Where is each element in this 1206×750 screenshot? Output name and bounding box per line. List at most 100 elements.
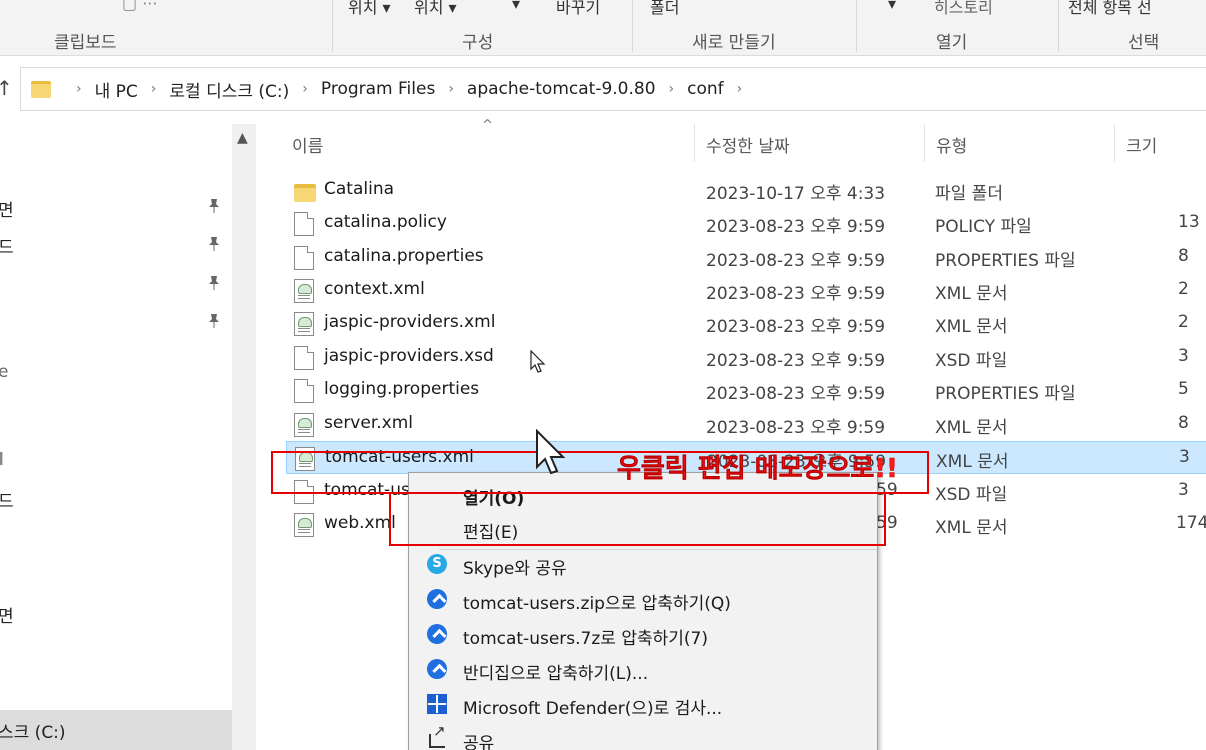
pin-icon[interactable] — [207, 236, 221, 252]
nav-item-partial-2[interactable]: l — [0, 450, 4, 470]
chevron-right-icon[interactable]: › — [448, 81, 454, 97]
breadcrumb-conf[interactable]: conf — [687, 79, 724, 99]
breadcrumb-local-disk[interactable]: 로컬 디스크 (C:) — [169, 77, 289, 102]
file-date: 2023-08-23 오후 9:59 — [706, 418, 886, 438]
chevron-right-icon[interactable]: › — [76, 81, 82, 97]
file-icon — [294, 379, 314, 403]
skype-icon: S — [427, 554, 447, 574]
file-date: 2023-08-23 오후 9:59 — [706, 251, 886, 271]
file-row[interactable]: catalina.policy 2023-08-23 오후 9:59 POLIC… — [286, 207, 1206, 240]
file-row[interactable]: jaspic-providers.xsd 2023-08-23 오후 9:59 … — [286, 341, 1206, 374]
ribbon-partial-item[interactable]: ▢ ··· — [122, 0, 157, 13]
menu-item-label: 공유 — [463, 734, 495, 750]
chevron-right-icon[interactable]: › — [151, 81, 157, 97]
file-size: 13 — [1178, 212, 1200, 232]
file-row[interactable]: server.xml 2023-08-23 오후 9:59 XML 문서 8 — [286, 408, 1206, 441]
file-row[interactable]: context.xml 2023-08-23 오후 9:59 XML 문서 2 — [286, 274, 1206, 307]
file-size: 3 — [1179, 447, 1190, 467]
menu-item-share[interactable]: 공유 — [409, 722, 877, 750]
sort-ascending-icon: ^ — [482, 118, 493, 133]
ribbon-history-button[interactable]: 히스토리 — [934, 0, 993, 18]
ribbon-move-to-button[interactable]: 위치 ▾ — [348, 0, 391, 18]
file-row[interactable]: Catalina 2023-10-17 오후 4:33 파일 폴더 — [286, 174, 1206, 207]
file-icon — [294, 346, 314, 370]
file-type: XSD 파일 — [935, 351, 1008, 371]
file-date: 2023-08-23 오후 9:59 — [706, 351, 886, 371]
file-type: POLICY 파일 — [935, 217, 1032, 237]
file-date: 2023-08-23 오후 9:59 — [706, 317, 886, 337]
nav-item-desktop[interactable]: 면 — [0, 196, 14, 221]
chevron-right-icon[interactable]: › — [737, 81, 743, 97]
menu-item-bandizip[interactable]: 반디집으로 압축하기(L)... — [409, 652, 877, 686]
pin-icon[interactable] — [207, 275, 221, 291]
xml-file-icon — [294, 279, 314, 303]
column-header-type[interactable]: 유형 — [936, 132, 967, 157]
nav-item-partial[interactable]: e — [0, 362, 8, 382]
column-header-size[interactable]: 크기 — [1126, 132, 1157, 157]
pin-icon[interactable] — [207, 313, 221, 329]
chevron-right-icon[interactable]: › — [669, 81, 675, 97]
nav-scrollbar[interactable]: ▲ — [232, 124, 256, 750]
nav-item-desktop-2[interactable]: 면 — [0, 602, 14, 627]
file-row[interactable]: catalina.properties 2023-08-23 오후 9:59 P… — [286, 241, 1206, 274]
menu-item-label: Microsoft Defender(으)로 검사... — [463, 699, 723, 719]
xml-file-icon — [294, 513, 314, 537]
ribbon-select-all-button[interactable]: 전체 항목 선 — [1068, 0, 1152, 18]
file-size: 5 — [1178, 379, 1189, 399]
file-row[interactable]: logging.properties 2023-08-23 오후 9:59 PR… — [286, 374, 1206, 407]
breadcrumb-program-files[interactable]: Program Files — [321, 79, 435, 99]
bandizip-icon — [427, 659, 447, 679]
column-divider[interactable] — [694, 124, 695, 162]
file-name: catalina.properties — [324, 246, 484, 266]
mouse-pointer-icon — [536, 429, 566, 475]
file-size: 2 — [1178, 279, 1189, 299]
file-name: jaspic-providers.xml — [324, 312, 496, 332]
menu-item-compress-zip[interactable]: tomcat-users.zip으로 압축하기(Q) — [409, 582, 877, 616]
file-size: 3 — [1178, 346, 1189, 366]
menu-item-defender-scan[interactable]: Microsoft Defender(으)로 검사... — [409, 687, 877, 721]
navigation-pane — [0, 124, 256, 750]
address-bar-row: ↑ › 내 PC › 로컬 디스크 (C:) › Program Files ›… — [0, 64, 1206, 114]
up-arrow-icon[interactable]: ↑ — [0, 76, 13, 100]
file-date: 2023-08-23 오후 9:59 — [706, 384, 886, 404]
xml-file-icon — [294, 312, 314, 336]
column-divider[interactable] — [924, 124, 925, 162]
ribbon-delete-dropdown[interactable]: ▾ — [512, 0, 520, 13]
ribbon-group-new: 새로 만들기 — [692, 33, 776, 53]
share-icon — [429, 722, 446, 748]
ribbon-rename-button[interactable]: 바꾸기 — [556, 0, 600, 18]
chevron-right-icon[interactable]: › — [302, 81, 308, 97]
breadcrumb-this-pc[interactable]: 내 PC — [95, 77, 138, 102]
ribbon: ▢ ··· 위치 ▾ 위치 ▾ ▾ 바꾸기 폴더 ▾ 히스토리 전체 항목 선 … — [0, 0, 1206, 56]
bandizip-icon — [427, 589, 447, 609]
file-size: 8 — [1178, 413, 1189, 433]
nav-item-downloads[interactable]: 드 — [0, 233, 14, 258]
breadcrumb: › 내 PC › 로컬 디스크 (C:) › Program Files › a… — [63, 77, 755, 102]
address-bar[interactable]: › 내 PC › 로컬 디스크 (C:) › Program Files › a… — [20, 67, 1206, 111]
breadcrumb-tomcat[interactable]: apache-tomcat-9.0.80 — [467, 79, 656, 99]
column-header-date[interactable]: 수정한 날짜 — [706, 132, 790, 157]
file-date: 2023-08-23 오후 9:59 — [706, 217, 886, 237]
menu-item-label: tomcat-users.7z로 압축하기(7) — [463, 629, 708, 649]
ribbon-divider — [856, 0, 857, 52]
annotation-text: 우클릭 편집 메모장으로!! — [617, 454, 899, 485]
file-date: 2023-10-17 오후 4:33 — [706, 184, 886, 204]
file-name: jaspic-providers.xsd — [324, 346, 494, 366]
column-header-name[interactable]: 이름 — [292, 132, 323, 157]
ribbon-properties-dropdown[interactable]: ▾ — [888, 0, 896, 13]
nav-item-downloads-2[interactable]: 드 — [0, 487, 14, 512]
file-row[interactable]: jaspic-providers.xml 2023-08-23 오후 9:59 … — [286, 307, 1206, 340]
pin-icon[interactable] — [207, 198, 221, 214]
column-divider[interactable] — [1114, 124, 1115, 162]
ribbon-copy-to-button[interactable]: 위치 ▾ — [414, 0, 457, 18]
file-size: 2 — [1178, 312, 1189, 332]
menu-item-compress-7z[interactable]: tomcat-users.7z로 압축하기(7) — [409, 617, 877, 651]
file-size: 174 — [1176, 513, 1206, 533]
ribbon-new-folder-button[interactable]: 폴더 — [650, 0, 679, 18]
menu-item-skype-share[interactable]: S Skype와 공유 — [409, 547, 877, 581]
chevron-up-icon[interactable]: ▲ — [237, 130, 248, 146]
bandizip-icon — [427, 624, 447, 644]
file-type: XML 문서 — [935, 518, 1008, 538]
ribbon-group-clipboard: 클립보드 — [54, 33, 117, 53]
nav-item-local-disk[interactable]: 스크 (C:) — [0, 718, 66, 743]
